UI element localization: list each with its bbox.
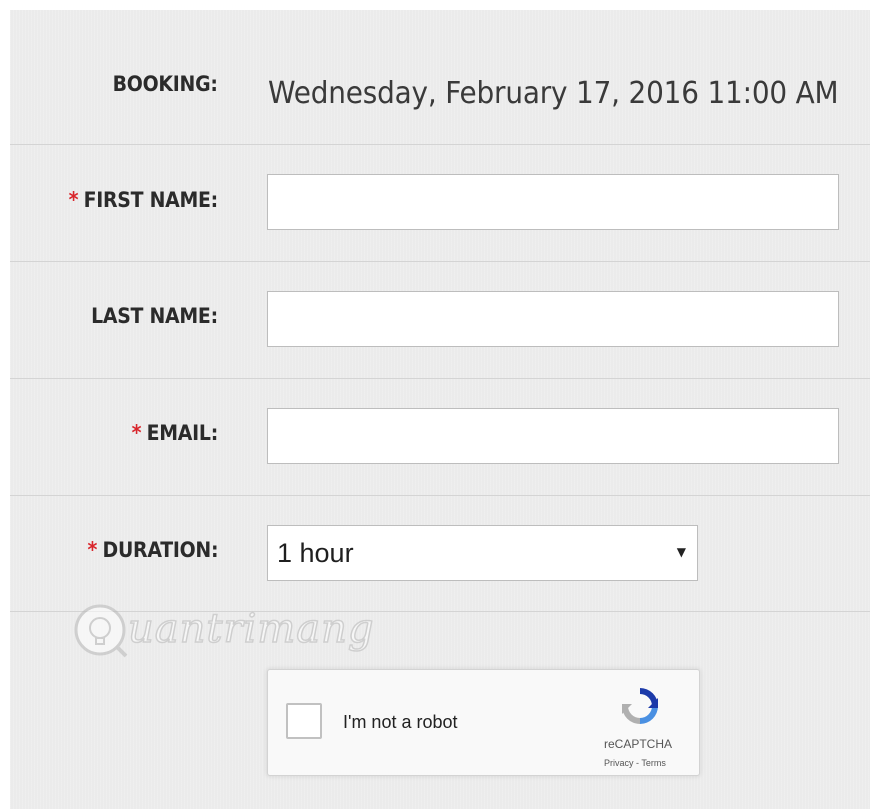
recaptcha-logo-icon [622, 688, 658, 724]
duration-label-text: DURATION: [102, 538, 218, 562]
duration-select[interactable]: 1 hour ▼ [267, 525, 698, 581]
booking-datetime: Wednesday, February 17, 2016 11:00 AM [268, 76, 839, 111]
email-input[interactable] [267, 408, 839, 464]
terms-link[interactable]: Terms [641, 758, 666, 768]
last-name-label: LAST NAME: [91, 304, 218, 328]
row-divider [10, 495, 870, 496]
email-label: * EMAIL: [131, 421, 219, 445]
recaptcha-brand: reCAPTCHA [604, 737, 673, 751]
dropdown-arrow-icon: ▼ [676, 545, 686, 559]
recaptcha-links: Privacy - Terms [604, 758, 666, 768]
row-divider [10, 144, 870, 145]
lightbulb-icon [74, 604, 128, 658]
row-divider [10, 378, 870, 379]
privacy-link[interactable]: Privacy [604, 758, 634, 768]
duration-label: * DURATION: [87, 538, 218, 562]
first-name-label-text: FIRST NAME: [83, 188, 219, 212]
first-name-label: * FIRST NAME: [68, 188, 219, 212]
booking-label: BOOKING: [113, 72, 218, 96]
watermark-text: uantrimang [127, 605, 375, 653]
watermark-logo: uantrimang [72, 602, 374, 663]
last-name-input[interactable] [267, 291, 839, 347]
required-marker: * [87, 538, 97, 562]
recaptcha-checkbox[interactable] [286, 703, 322, 739]
required-marker: * [131, 421, 142, 445]
recaptcha-label: I'm not a robot [343, 712, 458, 732]
recaptcha-widget: I'm not a robot reCAPTCHA Privacy - Term… [267, 669, 700, 776]
email-label-text: EMAIL: [146, 421, 219, 445]
first-name-input[interactable] [267, 174, 839, 230]
booking-form-panel: BOOKING: Wednesday, February 17, 2016 11… [10, 10, 870, 809]
duration-selected-value: 1 hour [277, 538, 354, 568]
row-divider [10, 261, 870, 262]
required-marker: * [68, 188, 79, 212]
